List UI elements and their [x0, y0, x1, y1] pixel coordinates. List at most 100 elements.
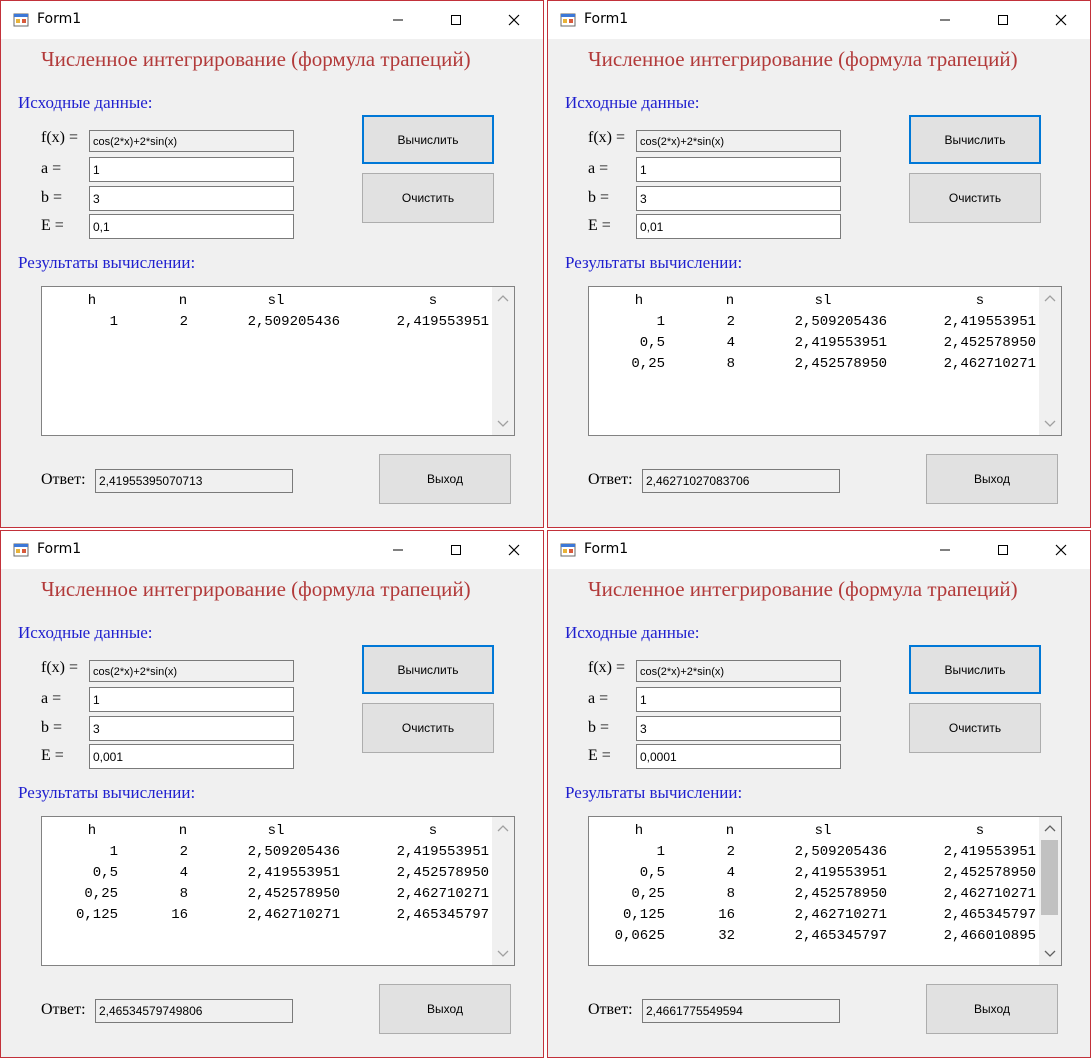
table-cell: 1	[656, 844, 665, 860]
minimize-icon	[940, 19, 950, 21]
b-field[interactable]: 3	[636, 186, 841, 211]
calculate-button[interactable]: Вычислить	[362, 645, 494, 694]
scrollbar-thumb[interactable]	[1041, 840, 1058, 915]
maximize-button[interactable]	[427, 531, 485, 569]
clear-button[interactable]: Очистить	[362, 703, 494, 753]
table-row[interactable]: 0,0625 32 2,465345797 2,466010895	[589, 928, 1039, 949]
table-cell: 8	[726, 356, 735, 372]
table-row[interactable]: 0,25 8 2,452578950 2,462710271	[589, 356, 1039, 377]
scroll-down-icon[interactable]	[1044, 420, 1056, 428]
answer-label: Ответ:	[41, 1001, 86, 1018]
maximize-button[interactable]	[427, 1, 485, 39]
calculate-button[interactable]: Вычислить	[362, 115, 494, 164]
table-row[interactable]: 0,125 16 2,462710271 2,465345797	[589, 907, 1039, 928]
close-icon	[508, 14, 520, 26]
vertical-scrollbar[interactable]	[1039, 287, 1061, 435]
a-field[interactable]: 1	[89, 687, 294, 712]
close-button[interactable]	[1032, 531, 1090, 569]
table-row[interactable]: 1 2 2,509205436 2,419553951	[42, 844, 492, 865]
fx-field[interactable]: cos(2*x)+2*sin(x)	[636, 130, 841, 152]
exit-button[interactable]: Выход	[379, 984, 511, 1034]
maximize-icon	[451, 545, 461, 555]
scroll-up-icon[interactable]	[1044, 824, 1056, 832]
column-header-sl: sl	[814, 823, 832, 839]
table-row[interactable]: 0,5 4 2,419553951 2,452578950	[42, 865, 492, 886]
e-field[interactable]: 0,0001	[636, 744, 841, 769]
fx-field[interactable]: cos(2*x)+2*sin(x)	[89, 130, 294, 152]
minimize-button[interactable]	[369, 1, 427, 39]
results-listbox[interactable]: h n sl s 1 2 2,509205436 2,419553951 0,5 4 2,4…	[588, 286, 1062, 436]
b-field[interactable]: 3	[636, 716, 841, 741]
clear-button[interactable]: Очистить	[362, 173, 494, 223]
table-row[interactable]: 1 2 2,509205436 2,419553951	[589, 844, 1039, 865]
table-row[interactable]: 0,5 4 2,419553951 2,452578950	[589, 335, 1039, 356]
b-field[interactable]: 3	[89, 716, 294, 741]
fx-field[interactable]: cos(2*x)+2*sin(x)	[636, 660, 841, 682]
scroll-up-icon[interactable]	[497, 824, 509, 832]
vertical-scrollbar[interactable]	[492, 287, 514, 435]
a-label: a =	[41, 690, 62, 707]
maximize-icon	[998, 15, 1008, 25]
table-cell: 2,462710271	[396, 886, 489, 902]
title-bar[interactable]: Form1	[548, 1, 1090, 39]
results-listbox[interactable]: h n sl s 1 2 2,509205436 2,419553951 0,5 4 2,4…	[41, 816, 515, 966]
column-header-s: s	[975, 823, 985, 839]
e-field[interactable]: 0,1	[89, 214, 294, 239]
title-bar[interactable]: Form1	[1, 531, 543, 569]
close-button[interactable]	[485, 1, 543, 39]
title-bar[interactable]: Form1	[1, 1, 543, 39]
exit-button[interactable]: Выход	[379, 454, 511, 504]
b-field[interactable]: 3	[89, 186, 294, 211]
answer-label: Ответ:	[588, 471, 633, 488]
maximize-button[interactable]	[974, 531, 1032, 569]
a-field[interactable]: 1	[636, 687, 841, 712]
table-row[interactable]: 0,125 16 2,462710271 2,465345797	[42, 907, 492, 928]
clear-button[interactable]: Очистить	[909, 173, 1041, 223]
answer-field[interactable]: 2,4661775549594	[642, 999, 840, 1023]
title-bar[interactable]: Form1	[548, 531, 1090, 569]
calculate-button[interactable]: Вычислить	[909, 115, 1041, 164]
table-row[interactable]: 1 2 2,509205436 2,419553951	[589, 314, 1039, 335]
column-header-sl: sl	[267, 823, 285, 839]
results-listbox[interactable]: h n sl s 1 2 2,509205436 2,419553951	[41, 286, 515, 436]
vertical-scrollbar[interactable]	[1039, 817, 1061, 965]
answer-field[interactable]: 2,46271027083706	[642, 469, 840, 493]
table-row[interactable]: 0,5 4 2,419553951 2,452578950	[589, 865, 1039, 886]
a-field[interactable]: 1	[89, 157, 294, 182]
close-button[interactable]	[485, 531, 543, 569]
table-cell: 2,419553951	[794, 865, 887, 881]
scroll-down-icon[interactable]	[497, 950, 509, 958]
scroll-down-icon[interactable]	[497, 420, 509, 428]
app-icon	[13, 543, 29, 557]
column-header-sl: sl	[814, 293, 832, 309]
table-cell: 2,462710271	[247, 907, 340, 923]
e-field[interactable]: 0,01	[636, 214, 841, 239]
calculate-button[interactable]: Вычислить	[909, 645, 1041, 694]
window-title: Form1	[584, 11, 629, 27]
clear-button[interactable]: Очистить	[909, 703, 1041, 753]
results-listbox[interactable]: h n sl s 1 2 2,509205436 2,419553951 0,5 4 2,4…	[588, 816, 1062, 966]
scroll-down-icon[interactable]	[1044, 950, 1056, 958]
scroll-up-icon[interactable]	[497, 294, 509, 302]
column-header-s: s	[428, 293, 438, 309]
answer-field[interactable]: 2,46534579749806	[95, 999, 293, 1023]
fx-field[interactable]: cos(2*x)+2*sin(x)	[89, 660, 294, 682]
table-row[interactable]: 0,25 8 2,452578950 2,462710271	[42, 886, 492, 907]
exit-button[interactable]: Выход	[926, 454, 1058, 504]
maximize-button[interactable]	[974, 1, 1032, 39]
close-button[interactable]	[1032, 1, 1090, 39]
minimize-button[interactable]	[369, 531, 427, 569]
table-row[interactable]: 0,25 8 2,452578950 2,462710271	[589, 886, 1039, 907]
exit-button[interactable]: Выход	[926, 984, 1058, 1034]
answer-field[interactable]: 2,41955395070713	[95, 469, 293, 493]
scroll-up-icon[interactable]	[1044, 294, 1056, 302]
vertical-scrollbar[interactable]	[492, 817, 514, 965]
table-cell: 0,25	[631, 356, 665, 372]
form-window: Form1 Численное интегрирование (формула …	[0, 530, 544, 1058]
a-field[interactable]: 1	[636, 157, 841, 182]
table-row[interactable]: 1 2 2,509205436 2,419553951	[42, 314, 492, 335]
minimize-button[interactable]	[916, 1, 974, 39]
minimize-button[interactable]	[916, 531, 974, 569]
e-field[interactable]: 0,001	[89, 744, 294, 769]
b-label: b =	[41, 719, 63, 736]
